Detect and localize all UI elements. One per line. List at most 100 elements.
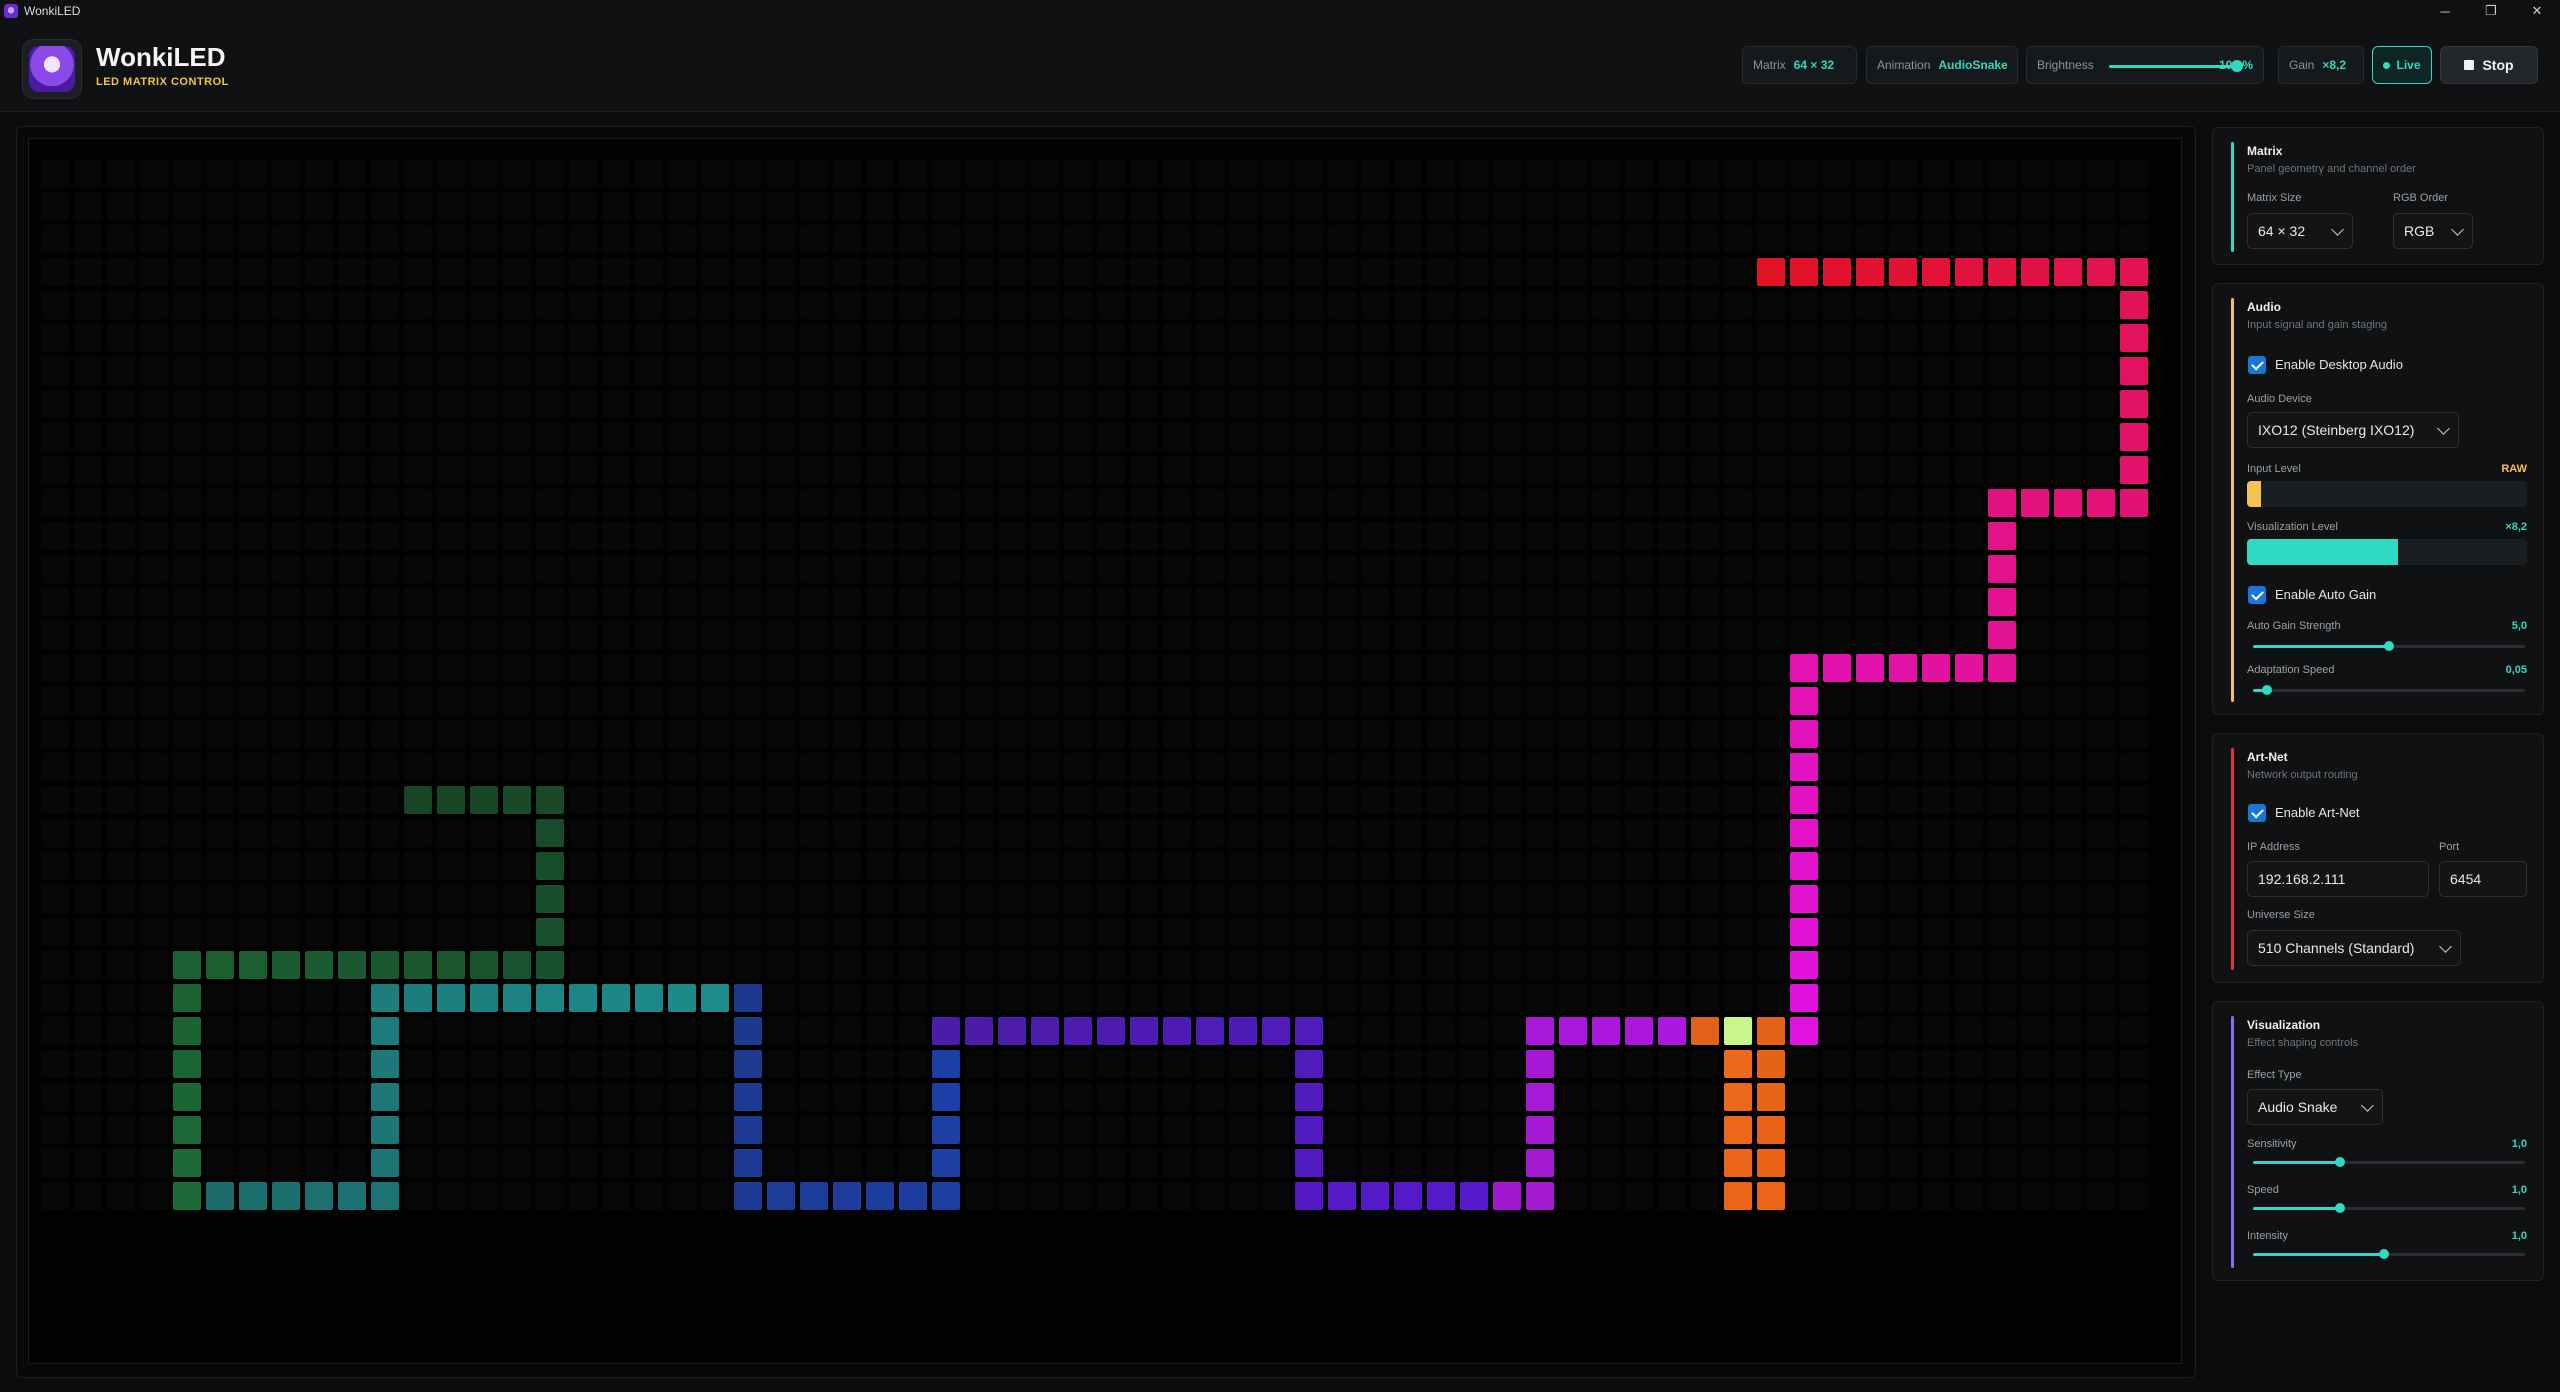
speed-thumb[interactable] bbox=[2335, 1203, 2346, 1213]
led-pixel-lit bbox=[1394, 1182, 1422, 1210]
led-pixel bbox=[998, 588, 1026, 616]
led-pixel bbox=[1922, 456, 1950, 484]
led-pixel-lit bbox=[470, 984, 498, 1012]
visualization-level-meter bbox=[2247, 539, 2527, 565]
ip-address-input[interactable]: 192.168.2.111 bbox=[2247, 861, 2429, 897]
effect-type-select[interactable]: Audio Snake bbox=[2247, 1089, 2383, 1125]
led-pixel bbox=[635, 522, 663, 550]
led-pixel-lit bbox=[1790, 786, 1818, 814]
led-pixel bbox=[338, 357, 366, 385]
led-pixel-lit bbox=[338, 1182, 366, 1210]
led-pixel bbox=[437, 588, 465, 616]
led-pixel bbox=[1526, 621, 1554, 649]
led-pixel bbox=[1229, 258, 1257, 286]
led-pixel bbox=[1988, 1083, 2016, 1111]
led-pixel bbox=[1130, 258, 1158, 286]
led-pixel bbox=[2087, 423, 2115, 451]
led-pixel bbox=[338, 984, 366, 1012]
led-pixel bbox=[305, 819, 333, 847]
matrix-size-select[interactable]: 64 × 32 bbox=[2247, 213, 2353, 249]
led-pixel bbox=[206, 357, 234, 385]
led-pixel bbox=[1625, 588, 1653, 616]
led-pixel bbox=[866, 423, 894, 451]
led-pixel-lit bbox=[2120, 489, 2148, 517]
led-pixel bbox=[1229, 1149, 1257, 1177]
led-pixel bbox=[1064, 291, 1092, 319]
led-pixel bbox=[239, 258, 267, 286]
led-pixel bbox=[206, 192, 234, 220]
led-pixel bbox=[965, 1083, 993, 1111]
intensity-thumb[interactable] bbox=[2378, 1249, 2389, 1259]
led-pixel bbox=[965, 951, 993, 979]
led-pixel bbox=[74, 918, 102, 946]
led-pixel bbox=[74, 1182, 102, 1210]
sensitivity-thumb[interactable] bbox=[2335, 1157, 2346, 1167]
led-pixel bbox=[1922, 1017, 1950, 1045]
led-pixel bbox=[1658, 258, 1686, 286]
port-input[interactable]: 6454 bbox=[2439, 861, 2527, 897]
close-button[interactable]: ✕ bbox=[2514, 0, 2560, 22]
universe-size-select[interactable]: 510 Channels (Standard) bbox=[2247, 930, 2461, 966]
led-pixel bbox=[767, 918, 795, 946]
led-pixel bbox=[41, 423, 69, 451]
audio-device-select[interactable]: IXO12 (Steinberg IXO12) bbox=[2247, 412, 2459, 448]
led-pixel bbox=[437, 1182, 465, 1210]
led-pixel bbox=[1955, 786, 1983, 814]
rgb-order-select[interactable]: RGB bbox=[2393, 213, 2473, 249]
enable-auto-gain-checkbox[interactable] bbox=[2248, 586, 2266, 604]
stop-button[interactable]: Stop bbox=[2440, 46, 2538, 84]
live-button[interactable]: Live bbox=[2372, 46, 2432, 84]
led-pixel-lit bbox=[1790, 918, 1818, 946]
led-pixel bbox=[503, 390, 531, 418]
led-pixel bbox=[1691, 687, 1719, 715]
led-pixel bbox=[272, 423, 300, 451]
led-pixel bbox=[1427, 159, 1455, 187]
adaptation-speed-thumb[interactable] bbox=[2261, 685, 2272, 695]
led-pixel bbox=[1889, 885, 1917, 913]
led-pixel bbox=[1493, 753, 1521, 781]
auto-gain-strength-thumb[interactable] bbox=[2384, 641, 2394, 651]
led-pixel bbox=[1064, 522, 1092, 550]
led-pixel bbox=[965, 489, 993, 517]
led-pixel bbox=[206, 588, 234, 616]
led-pixel bbox=[140, 753, 168, 781]
enable-desktop-audio-checkbox[interactable] bbox=[2248, 356, 2266, 374]
led-pixel bbox=[2120, 654, 2148, 682]
led-pixel bbox=[1427, 357, 1455, 385]
adaptation-speed-slider[interactable] bbox=[2253, 689, 2525, 692]
led-pixel bbox=[668, 1182, 696, 1210]
led-pixel bbox=[2021, 1050, 2049, 1078]
led-pixel bbox=[173, 852, 201, 880]
led-pixel bbox=[1922, 522, 1950, 550]
led-pixel bbox=[1526, 324, 1554, 352]
led-pixel bbox=[503, 1116, 531, 1144]
led-pixel bbox=[437, 1017, 465, 1045]
led-pixel bbox=[1757, 456, 1785, 484]
led-pixel bbox=[800, 621, 828, 649]
led-pixel bbox=[668, 291, 696, 319]
led-pixel bbox=[1856, 324, 1884, 352]
led-pixel bbox=[206, 885, 234, 913]
artnet-settings-panel: Art-Net Network output routing Enable Ar… bbox=[2212, 733, 2544, 983]
led-pixel bbox=[1262, 456, 1290, 484]
led-pixel bbox=[1856, 720, 1884, 748]
maximize-button[interactable]: ❐ bbox=[2468, 0, 2514, 22]
led-pixel bbox=[1130, 324, 1158, 352]
minimize-button[interactable]: ─ bbox=[2422, 0, 2468, 22]
led-pixel bbox=[1526, 687, 1554, 715]
led-pixel bbox=[734, 522, 762, 550]
brightness-chip: Brightness 100 % bbox=[2026, 46, 2264, 84]
led-pixel-lit bbox=[1988, 588, 2016, 616]
led-pixel bbox=[1031, 291, 1059, 319]
led-pixel bbox=[1691, 522, 1719, 550]
led-pixel bbox=[2087, 951, 2115, 979]
led-pixel bbox=[239, 720, 267, 748]
led-pixel bbox=[1163, 555, 1191, 583]
enable-artnet-checkbox[interactable] bbox=[2248, 804, 2266, 822]
led-pixel bbox=[338, 159, 366, 187]
led-pixel bbox=[272, 1050, 300, 1078]
led-pixel bbox=[272, 291, 300, 319]
led-pixel bbox=[206, 1017, 234, 1045]
led-pixel bbox=[41, 984, 69, 1012]
led-pixel bbox=[404, 357, 432, 385]
